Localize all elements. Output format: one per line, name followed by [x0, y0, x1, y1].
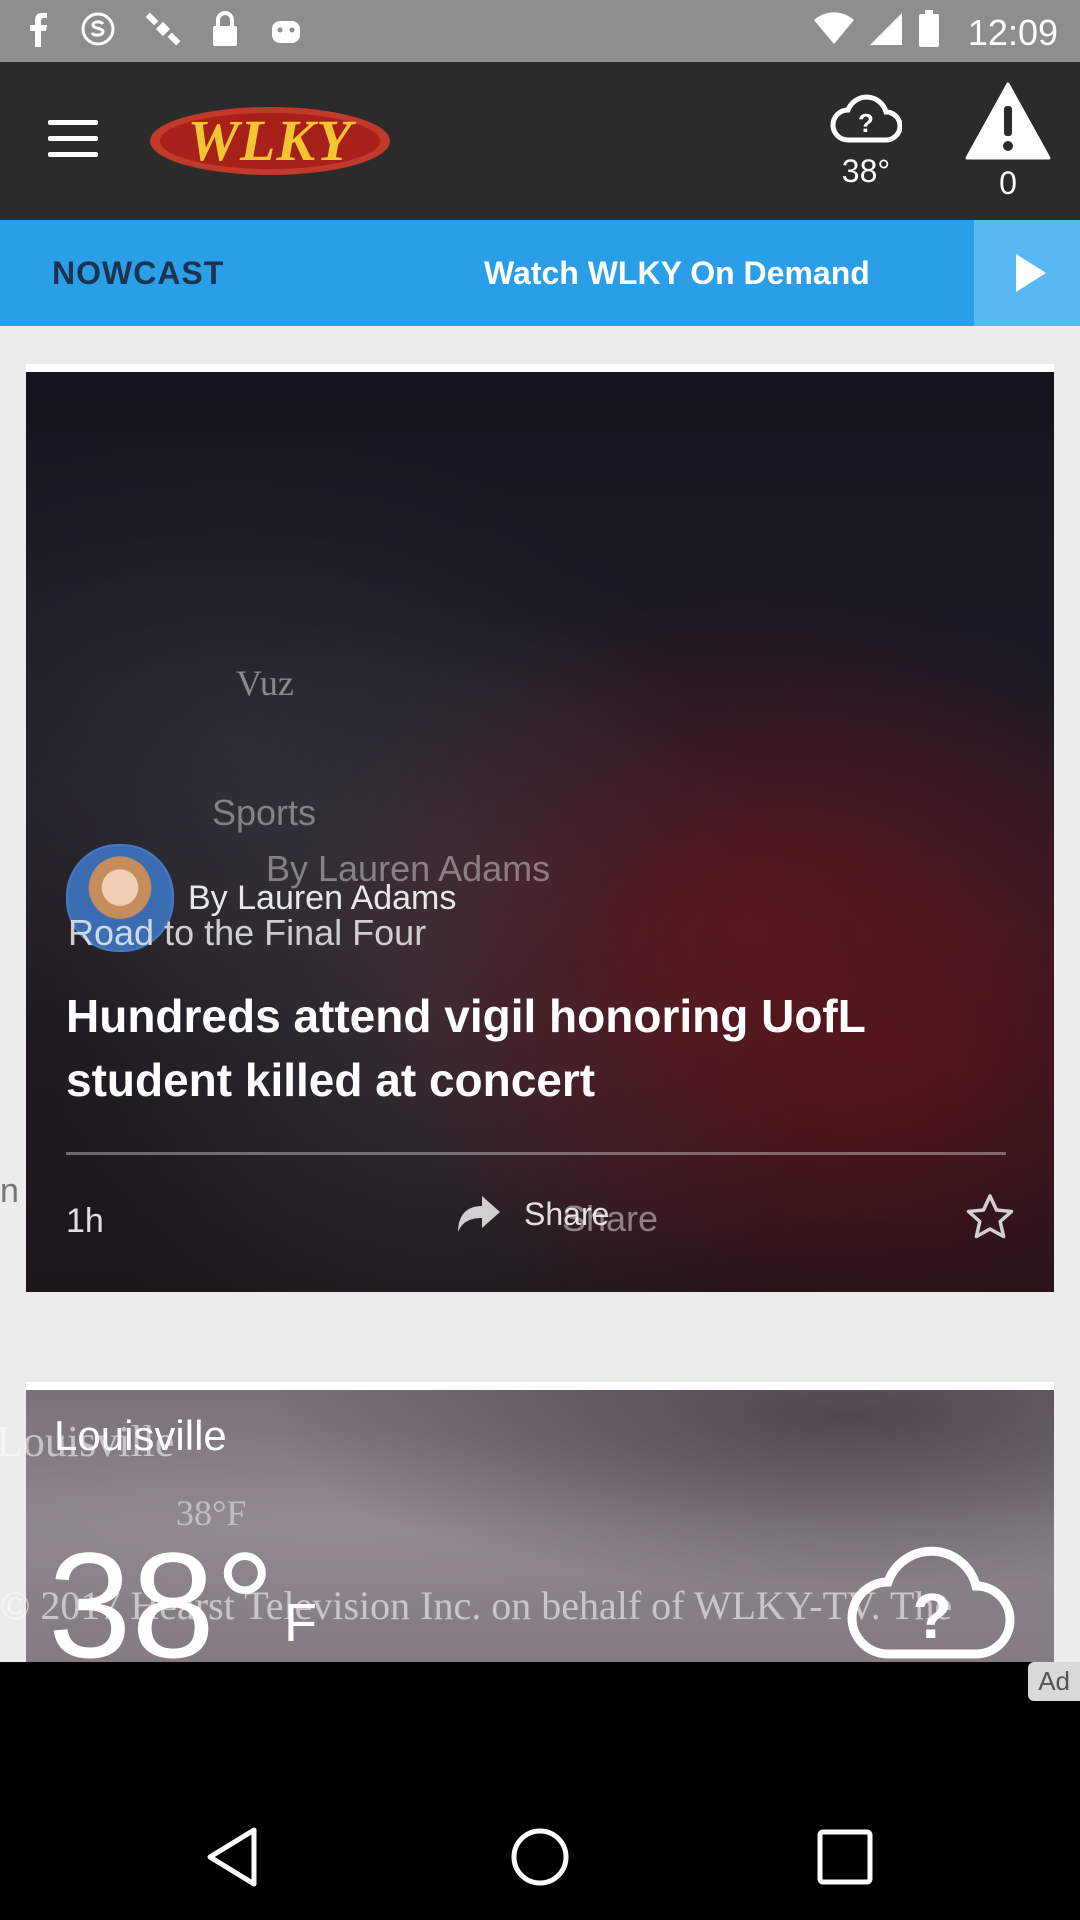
story-card[interactable]: Vuz Sports By Lauren Adams By Lauren Ada… [26, 364, 1054, 1292]
story-time-ago: 1h [66, 1202, 104, 1240]
logo-text: WLKY [187, 108, 353, 173]
nowcast-bar: NOWCAST Watch WLKY On Demand [0, 220, 1080, 326]
status-icons [24, 10, 304, 48]
battery-icon [919, 10, 939, 47]
wifi-icon [814, 12, 854, 44]
menu-icon[interactable] [48, 120, 98, 160]
play-button[interactable] [974, 220, 1080, 326]
svg-text:?: ? [858, 108, 874, 138]
status-bar: 12:09 [0, 0, 1080, 62]
ad-badge: Ad [1028, 1662, 1080, 1701]
satellite-icon [145, 12, 181, 46]
weather-widget[interactable]: ? 38° [816, 92, 916, 190]
signal-icon [870, 13, 902, 45]
alert-triangle-icon [965, 82, 1051, 160]
cloud-question-icon: ? [830, 94, 903, 143]
skype-icon [81, 12, 115, 46]
copyright-text: © 2017 Hearst Television Inc. on behalf … [0, 1583, 953, 1628]
status-time: 12:09 [967, 12, 1058, 53]
story-divider [66, 1152, 1006, 1155]
back-icon[interactable] [200, 1824, 270, 1890]
nowcast-link[interactable]: NOWCAST [52, 220, 224, 326]
ghost-city: Louisville [0, 1417, 175, 1466]
watch-on-demand-link[interactable]: Watch WLKY On Demand [484, 220, 870, 326]
facebook-icon [30, 13, 47, 47]
ghost-sports: Sports [212, 792, 317, 833]
star-icon[interactable] [964, 1192, 1016, 1244]
recents-icon[interactable] [810, 1824, 880, 1890]
alert-count: 0 [999, 165, 1017, 201]
wlky-logo[interactable]: WLKY [148, 104, 392, 178]
weather-temp: 38° [841, 153, 891, 189]
android-icon [272, 21, 300, 43]
story-headline[interactable]: Hundreds attend vigil honoring UofL stud… [66, 984, 1006, 1112]
home-icon[interactable] [505, 1824, 575, 1890]
system-nav-bar [0, 1794, 1080, 1920]
status-system-icons [814, 10, 940, 48]
share-icon [458, 1196, 500, 1232]
ghost-text: Vuz [236, 663, 294, 703]
ad-banner[interactable]: Ad [0, 1662, 1080, 1794]
app-bar: WLKY ? 38° 0 [0, 62, 1080, 220]
ghost-left-text: n [0, 1172, 19, 1210]
play-icon [1016, 254, 1046, 292]
story-category[interactable]: Road to the Final Four [68, 912, 426, 954]
lock-icon [213, 11, 237, 46]
ghost-share: Share [562, 1198, 659, 1239]
alerts-widget[interactable]: 0 [958, 82, 1058, 202]
